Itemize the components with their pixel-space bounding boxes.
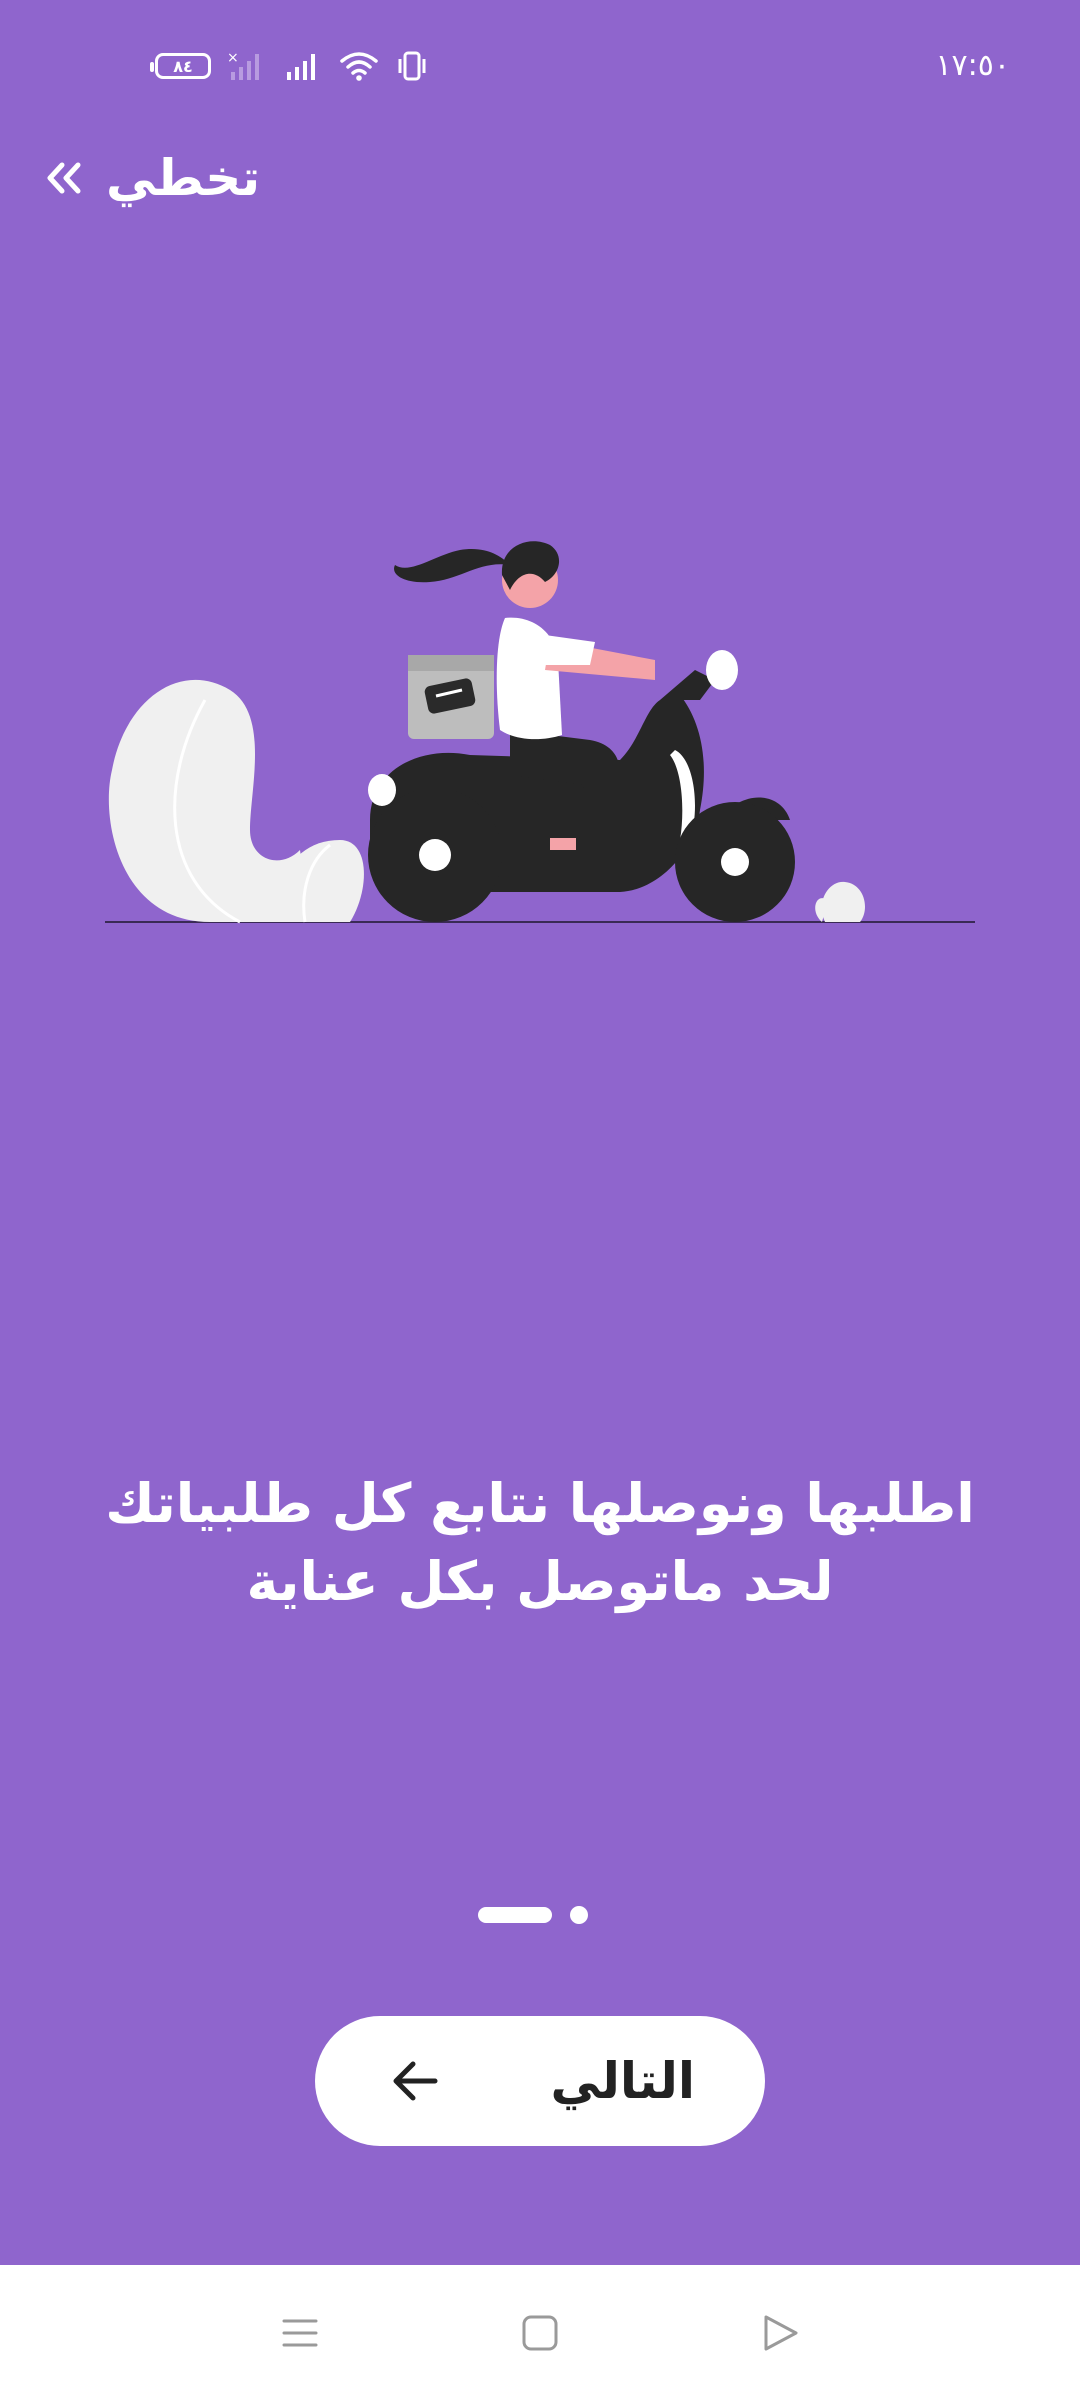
menu-icon — [282, 2319, 318, 2346]
signal-icon — [287, 54, 315, 80]
back-triangle-icon — [764, 2315, 798, 2350]
battery-icon: ٨٤ — [150, 53, 211, 79]
status-bar: ٨٤ × ١٧:٥٠ — [0, 0, 1080, 130]
home-button[interactable] — [510, 2303, 570, 2363]
status-time: ١٧:٥٠ — [935, 48, 1010, 83]
arrow-left-icon — [393, 2061, 438, 2101]
back-button[interactable] — [750, 2303, 810, 2363]
page-indicator — [478, 1906, 588, 1924]
vibrate-icon — [398, 51, 426, 81]
no-sim-signal-icon: × — [227, 50, 259, 80]
page-indicator-dot — [570, 1906, 588, 1924]
next-label: التالي — [550, 2052, 695, 2110]
onboarding-message: اطلبها ونوصلها نتابع كل طلبياتك لحد ماتو… — [105, 1472, 975, 1613]
next-button[interactable]: التالي — [315, 2016, 765, 2146]
status-icons: ٨٤ × — [150, 46, 429, 86]
wifi-icon — [340, 52, 378, 81]
skip-label: تخطي — [106, 149, 261, 207]
page-indicator-active-dot — [478, 1907, 552, 1923]
skip-button[interactable]: تخطي — [40, 138, 260, 218]
home-square-icon — [522, 2315, 558, 2350]
battery-level: ٨٤ — [173, 56, 193, 76]
system-nav-bar — [0, 2265, 1080, 2400]
delivery-scooter-illustration — [105, 541, 975, 924]
svg-text:×: × — [227, 50, 239, 66]
double-chevron-left-icon — [47, 162, 81, 194]
menu-button[interactable] — [270, 2303, 330, 2363]
